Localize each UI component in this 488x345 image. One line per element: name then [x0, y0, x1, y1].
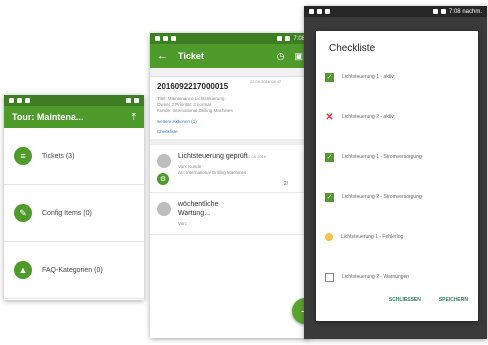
column-header [150, 68, 310, 77]
clock: 7:08 nachm. [448, 8, 482, 15]
checklist-item-label: Lichtsteuerung 1 - aktiv [342, 74, 394, 80]
checklist-item-label: Lichtsteuerung 2 - Stromversorgung [342, 194, 422, 200]
dialog-title: Checkliste [329, 43, 376, 54]
ticket-date: 22.09.2016 08:47 [250, 79, 282, 84]
notification-icon [9, 98, 14, 103]
phone-tour-screen: Tour: Maintena... ⤒ ≡ Tickets (3) ✎ Conf… [4, 95, 144, 300]
menu-item-label: Tickets (3) [42, 152, 75, 160]
checklist-item-label: Lichtsteuerung 2 - aktiv [342, 114, 394, 120]
checklist-item[interactable]: ✓ Lichtsteuerung 1 - aktiv [316, 57, 478, 97]
task-to: An: International Drilling Machines [178, 170, 247, 175]
app-bar: Tour: Maintena... ⤒ [4, 106, 144, 128]
phone-ticket-screen: 7:08 ← Ticket ◷ ▣ 2016092217000015 Titel… [150, 33, 310, 338]
menu-item-label: FAQ-Kategorien (0) [42, 266, 103, 274]
ticket-number: 2016092217000015 [157, 82, 229, 91]
checklist-link[interactable]: Checkliste [157, 129, 303, 134]
battery-icon [440, 9, 446, 14]
avatar [157, 202, 171, 216]
battery-icon [134, 98, 139, 103]
page-title: Tour: Maintena... [12, 112, 84, 122]
checkbox-checked-icon[interactable]: ✓ [325, 72, 334, 82]
status-bar: 7:08 [150, 33, 310, 44]
clock-icon[interactable]: ◷ [277, 51, 285, 62]
wrench-icon: ✎ [14, 204, 32, 222]
wifi-icon [126, 98, 131, 103]
checkbox-empty-icon[interactable] [325, 272, 334, 282]
checklist-item[interactable]: ✕ Lichtsteuerung 2 - aktiv [316, 97, 478, 137]
checklist-item-label: Lichtsteuerung 1 - Stromversorgung [342, 154, 422, 160]
pending-circle-icon[interactable] [325, 233, 333, 241]
sd-card-icon [17, 98, 22, 103]
checklist-item[interactable]: ✓ Lichtsteuerung 1 - Stromversorgung [316, 137, 478, 177]
checklist-item[interactable]: Lichtsteuerung 1 - Fehlerlog [316, 217, 478, 257]
notification-icon [155, 36, 160, 41]
menu-item-faq[interactable]: ▲ FAQ-Kategorien (0) [4, 242, 144, 299]
list-item[interactable]: wöchentliche Wartung... Von: [150, 193, 310, 235]
checkbox-checked-icon[interactable]: ✓ [325, 192, 334, 202]
checklist-item[interactable]: Lichtsteuerung 2 - Warnungen [316, 257, 478, 297]
list-item[interactable]: ⚙ Lichtsteuerung geprüft Von: Kunde An: … [150, 145, 310, 193]
dialog-actions: SCHLIESSEN SPEICHERN [389, 297, 468, 303]
save-button[interactable]: SPEICHERN [439, 297, 468, 303]
gear-icon: ⚙ [157, 173, 169, 185]
close-button[interactable]: SCHLIESSEN [389, 297, 421, 303]
phone-checklist-screen: 7:08 nachm. Checkliste ✓ Lichtsteuerung … [304, 6, 487, 339]
wifi-icon [432, 9, 438, 14]
ticket-details: Titel: Maintenance Lichtsteuerung Owner … [157, 96, 303, 114]
notification-icon [309, 9, 314, 14]
checklist-item-label: Lichtsteuerung 2 - Warnungen [342, 274, 410, 280]
list-icon: ≡ [14, 147, 32, 165]
ticket-customer-line: Kunde: International Drilling Machines [157, 108, 233, 113]
graduation-cap-icon: ▲ [14, 261, 32, 279]
sd-card-icon [317, 9, 322, 14]
task-date: 22.09.2016 [246, 154, 267, 159]
app-bar: ← Ticket ◷ ▣ [150, 44, 310, 68]
menu-item-tickets[interactable]: ≡ Tickets (3) [4, 128, 144, 185]
sd-card-icon [163, 36, 168, 41]
lock-icon [325, 9, 330, 14]
task-title: wöchentliche Wartung... [178, 201, 219, 217]
more-actions-link[interactable]: weitere Aktionen (1) [157, 119, 303, 124]
back-arrow-icon[interactable]: ← [157, 50, 168, 62]
cross-icon[interactable]: ✕ [325, 112, 334, 123]
checklist-item-label: Lichtsteuerung 1 - Fehlerlog [341, 234, 404, 240]
task-title: Lichtsteuerung geprüft [178, 153, 248, 160]
checklist-item[interactable]: ✓ Lichtsteuerung 2 - Stromversorgung [316, 177, 478, 217]
ticket-card[interactable]: 2016092217000015 Titel: Maintenance Lich… [150, 77, 310, 145]
menu-item-label: Config Items (0) [42, 209, 92, 217]
lock-icon [171, 36, 176, 41]
wifi-icon [277, 36, 283, 41]
save-icon[interactable]: ▣ [294, 51, 303, 62]
lock-icon [25, 98, 30, 103]
battery-icon [285, 36, 291, 41]
checklist-dialog: Checkliste ✓ Lichtsteuerung 1 - aktiv ✕ … [316, 31, 478, 321]
task-subtitle: Von: [178, 221, 188, 226]
avatar [157, 154, 171, 168]
task-subtitle: Von: Kunde An: International Drilling Ma… [178, 164, 248, 176]
menu-item-config-items[interactable]: ✎ Config Items (0) [4, 185, 144, 242]
status-bar [4, 95, 144, 106]
status-bar: 7:08 nachm. [304, 6, 487, 17]
upload-icon[interactable]: ⤒ [132, 112, 136, 123]
checkbox-checked-icon[interactable]: ✓ [325, 152, 334, 162]
page-title: Ticket [178, 51, 204, 61]
